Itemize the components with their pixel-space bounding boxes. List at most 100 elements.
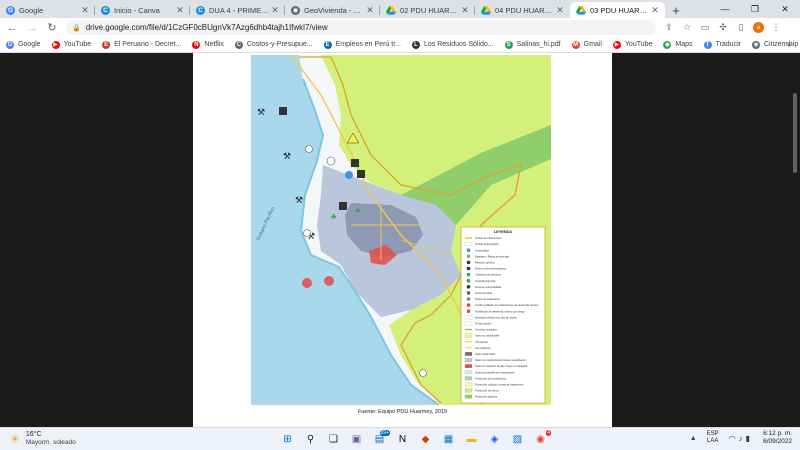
legend-label: Suelo no urbanizable (475, 334, 500, 338)
legend-swatch (464, 388, 473, 393)
menu-kebab-icon[interactable]: ⋮ (767, 20, 785, 35)
chrome-icon[interactable]: ◉ 4 (530, 430, 551, 449)
bookmark-item[interactable]: ◆ Maps (663, 40, 693, 49)
bookmark-item[interactable]: ▶ YouTube (612, 40, 653, 49)
close-icon[interactable]: ✕ (366, 5, 374, 16)
clock[interactable]: 6:12 p. m. 6/09/2022 (763, 430, 792, 446)
tab-search-icon[interactable]: ▭ (696, 20, 714, 35)
bookmark-label: Maps (675, 41, 693, 48)
bookmark-item[interactable]: E Empleos en Perú tr... (323, 40, 401, 49)
teams-chat-icon[interactable]: ▣ (346, 430, 367, 449)
bookmark-item[interactable]: L Los Residuos Sólido... (411, 40, 494, 49)
sidebar-icon[interactable]: ▯ (732, 20, 750, 35)
treatment-marker (303, 229, 311, 237)
close-icon[interactable]: ✕ (176, 5, 184, 16)
tab-canva-home[interactable]: C Inicio - Canva ✕ (95, 2, 190, 18)
bookmark-star-icon[interactable]: ☆ (678, 20, 696, 35)
tab-pdu-04[interactable]: 04 PDU HUARMEY_SIS... ✕ (475, 2, 570, 18)
tab-geovivienda[interactable]: ◉ GeoVivienda - Ministerio ✕ (285, 2, 380, 18)
university-marker (326, 156, 336, 166)
pdu-huarmey-map: ⚒ ⚒ ⚒ ⚒ ♣ ♣ Océano Pacífico LEYENDA Ámbi… (251, 55, 551, 405)
tab-pdu-02[interactable]: 02 PDU HUARMEY_T1.pdf ✕ (380, 2, 475, 18)
profile-avatar[interactable]: a (753, 22, 764, 33)
legend-label: Zona de vulnerabilidad (475, 285, 502, 289)
bookmark-item[interactable]: G Google (6, 40, 41, 49)
fishing-marker: ⚒ (295, 195, 303, 205)
lock-icon[interactable]: 🔒 (72, 24, 81, 32)
extensions-icon[interactable]: ✣ (714, 20, 732, 35)
reload-icon[interactable]: ↻ (44, 20, 60, 36)
task-view-icon[interactable]: ❏ (323, 430, 344, 449)
bookmark-item[interactable]: C Costos-y-Presupue... (234, 40, 313, 49)
pdf-viewer: ⚒ ⚒ ⚒ ⚒ ♣ ♣ Océano Pacífico LEYENDA Ámbi… (0, 53, 800, 427)
tab-title: DUA 4 - PRIMERA UNIDAD (209, 5, 269, 15)
bookmark-favicon-icon: ▶ (51, 40, 60, 49)
bookmark-item[interactable]: ◉Citizenship Integrat... (751, 40, 800, 49)
tab-pdu-03-active[interactable]: 03 PDU HUARMEY_T2.pdf ✕ (570, 2, 665, 18)
wifi-volume-battery-icons[interactable]: ◠♪▮ (729, 434, 753, 443)
tab-strip: G Google ✕ C Inicio - Canva ✕ C DUA 4 - … (0, 0, 800, 18)
legend-swatch (464, 382, 473, 387)
legend-label: Vía arterial (475, 340, 488, 344)
bookmark-item[interactable]: S Salinas_hi.pdf (504, 40, 561, 49)
legend-label: Ámbito de intervención (475, 236, 502, 240)
drive-favicon (576, 5, 586, 15)
photos-icon[interactable]: ▦ (438, 430, 459, 449)
legend-swatch (464, 358, 473, 362)
bookmarks-overflow-icon[interactable]: » (788, 40, 792, 49)
tab-title: 03 PDU HUARMEY_T2.pdf (590, 5, 649, 15)
legend-swatch (466, 291, 471, 295)
language-indicator[interactable]: ESP LAA (707, 431, 719, 445)
share-icon[interactable]: ⇪ (660, 20, 678, 35)
close-icon[interactable]: ✕ (461, 5, 469, 16)
legend-swatch (466, 278, 471, 283)
bookmark-item[interactable]: E El Peruano - Decret... (102, 40, 181, 49)
bookmark-item[interactable]: ▶ YouTube (51, 40, 91, 49)
tourism-marker (351, 159, 359, 167)
office-icon[interactable]: ◆ (415, 430, 436, 449)
forward-arrow-icon[interactable]: → (24, 20, 40, 36)
tourism-marker (339, 202, 347, 210)
close-window-icon[interactable]: ✕ (770, 0, 800, 18)
widgets-badge: 99+ (379, 430, 390, 436)
file-explorer-icon[interactable]: ▬ (461, 430, 482, 449)
maximize-icon[interactable]: ❐ (740, 0, 770, 18)
bookmark-item[interactable]: T Traducir (703, 40, 741, 49)
close-icon[interactable]: ✕ (81, 5, 89, 16)
tab-dua4[interactable]: C DUA 4 - PRIMERA UNIDAD ✕ (190, 2, 285, 18)
legend-swatch (466, 272, 471, 277)
windows-start-icon[interactable]: ⊞ (277, 430, 298, 449)
close-icon[interactable]: ✕ (651, 5, 659, 16)
legend-title: LEYENDA (494, 230, 512, 234)
legend-swatch (466, 254, 471, 259)
notion-icon[interactable]: N (392, 430, 413, 449)
tab-title: 04 PDU HUARMEY_SIS... (495, 5, 554, 15)
dropbox-icon[interactable]: ◈ (484, 430, 505, 449)
bookmark-label: Gmail (583, 41, 602, 48)
store-icon[interactable]: ▧ (507, 430, 528, 449)
legend-label: Protección de ecosistemas (475, 376, 507, 380)
close-icon[interactable]: ✕ (556, 5, 564, 16)
minimize-icon[interactable]: — (710, 0, 740, 18)
legend-swatch (466, 248, 471, 252)
chevron-up-icon[interactable]: ▲ (690, 435, 697, 442)
legend-swatch (466, 285, 471, 289)
address-bar[interactable]: 🔒 drive.google.com/file/d/1CzGF0cBUgnVk7… (66, 20, 656, 35)
bookmark-item[interactable]: N Netflix (192, 40, 224, 49)
google-favicon: G (6, 5, 15, 15)
legend-label: Corredor ecológico (475, 328, 497, 332)
tab-google[interactable]: G Google ✕ (0, 2, 95, 18)
bookmark-item[interactable]: M Gmail (571, 40, 602, 49)
new-tab-button[interactable]: + (668, 2, 684, 18)
close-icon[interactable]: ✕ (271, 5, 279, 16)
legend-label: Frente costero (475, 322, 492, 326)
canva-favicon: C (101, 5, 110, 15)
weather-widget[interactable]: ☀ 16°C Mayorm. soleado (10, 431, 76, 447)
system-tray: ▲ ESP LAA ◠♪▮ 6:12 p. m. 6/09/2022 (690, 430, 792, 446)
widgets-icon[interactable]: ▤ 99+ (369, 430, 390, 449)
fishing-marker: ⚒ (283, 151, 291, 161)
scrollbar[interactable] (793, 93, 797, 173)
bookmark-label: YouTube (624, 41, 653, 48)
search-icon[interactable]: ⚲ (300, 430, 321, 449)
back-arrow-icon[interactable]: ← (4, 20, 20, 36)
